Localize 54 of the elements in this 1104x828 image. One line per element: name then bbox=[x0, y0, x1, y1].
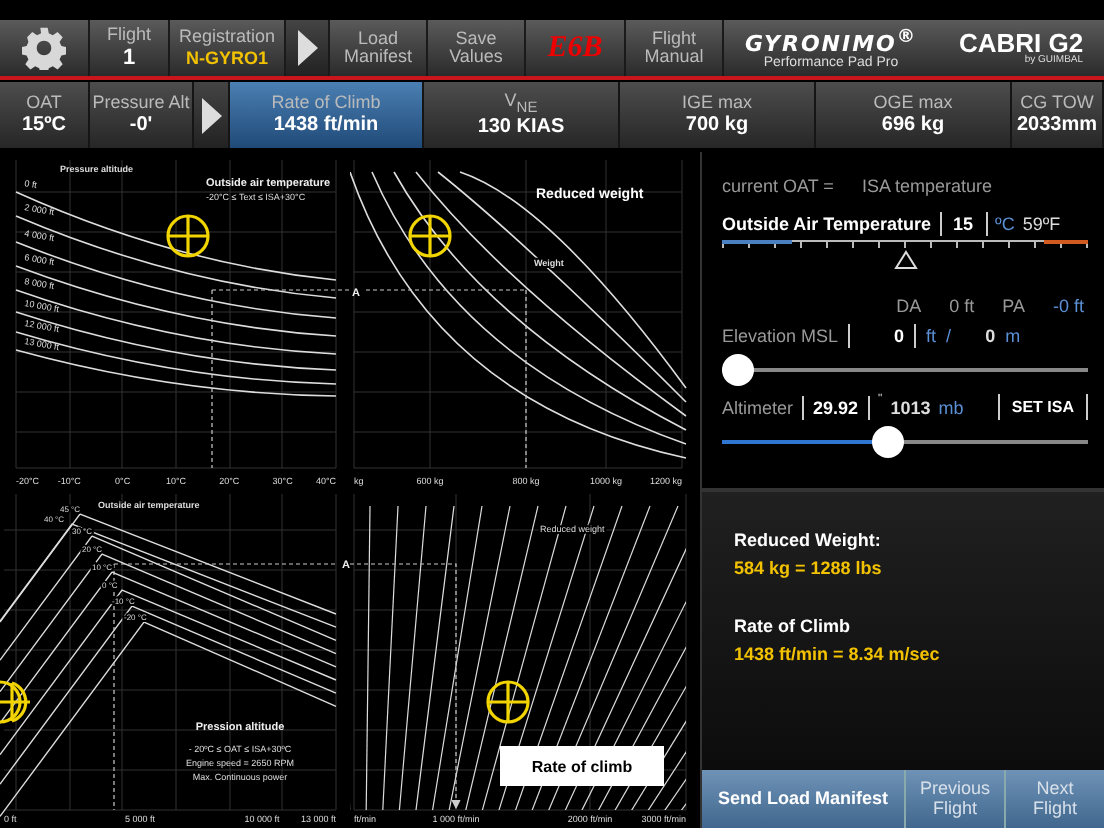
unit-label: ft bbox=[926, 326, 937, 346]
set-isa-button[interactable]: SET ISA bbox=[997, 394, 1088, 420]
registration-label: Registration bbox=[178, 28, 276, 46]
flight-label: Flight bbox=[106, 26, 151, 44]
da-label: DA bbox=[896, 296, 922, 316]
crosshair-icon bbox=[166, 214, 210, 258]
oat-label: Outside Air Temperature bbox=[722, 214, 932, 234]
result-value: 1438 ft/min = 8.34 m/sec bbox=[734, 644, 942, 664]
brand-logo: GYRONIMO$^{®}$ bbox=[744, 25, 918, 57]
play-arrow-icon bbox=[295, 28, 319, 68]
fahrenheit-value: 59ºF bbox=[1022, 214, 1061, 234]
readout-tab[interactable]: OAT 15ºC bbox=[0, 82, 90, 148]
flight-number: 1 bbox=[122, 48, 136, 70]
meters-value: 0 bbox=[985, 326, 996, 346]
altimeter-slider[interactable] bbox=[722, 426, 1088, 458]
altimeter-field[interactable]: 29.92 bbox=[801, 395, 871, 419]
millibar-value: 1013 bbox=[890, 397, 931, 417]
footer-button[interactable]: Next Flight bbox=[1004, 770, 1104, 828]
oat-field[interactable]: 15 bbox=[939, 212, 988, 236]
elevation-slider[interactable] bbox=[722, 354, 1088, 386]
pa-value: -0 ft bbox=[1052, 296, 1084, 316]
next-button[interactable] bbox=[286, 20, 330, 76]
readout-tab[interactable]: OGE max 696 kg bbox=[816, 82, 1012, 148]
unit-label: m bbox=[1005, 326, 1021, 346]
pa-label: PA bbox=[1002, 296, 1025, 316]
result-value: 584 kg = 1288 lbs bbox=[734, 558, 884, 578]
result-label: Rate of climb bbox=[500, 746, 664, 786]
elevation-label: Elevation MSL bbox=[722, 326, 839, 346]
registration-value: N-GYRO1 bbox=[185, 50, 268, 68]
elevation-field[interactable]: 0 bbox=[848, 324, 917, 348]
play-arrow-icon bbox=[199, 95, 223, 135]
slider-thumb[interactable] bbox=[722, 354, 754, 386]
readout-tab[interactable]: V$_{NE}$ 130 KIAS bbox=[424, 82, 620, 148]
da-value: 0 ft bbox=[949, 296, 975, 316]
crosshair-icon bbox=[486, 680, 530, 724]
readout-tab[interactable]: Rate of Climb 1438 ft/min bbox=[230, 82, 424, 148]
altimeter-label: Altimeter bbox=[722, 397, 794, 417]
crosshair-icon bbox=[0, 680, 32, 724]
settings-icon bbox=[22, 26, 66, 70]
separator: / bbox=[946, 326, 952, 346]
readout-tab[interactable]: IGE max 700 kg bbox=[620, 82, 816, 148]
slider-thumb[interactable] bbox=[872, 426, 905, 458]
crosshair-icon bbox=[408, 214, 452, 258]
footer-button[interactable]: Previous Flight bbox=[904, 770, 1004, 828]
result-label: Reduced Weight: bbox=[734, 530, 883, 550]
next-button[interactable] bbox=[194, 82, 230, 148]
oat-prefix: current OAT = bbox=[722, 176, 834, 196]
readout-tab[interactable]: CG TOW 2033mm bbox=[1012, 82, 1104, 148]
oat-mode: ISA temperature bbox=[861, 176, 992, 196]
model-logo: CABRI G2 bbox=[958, 30, 1084, 56]
footer-button[interactable]: Send Load Manifest bbox=[702, 770, 904, 828]
unit-label: ºC bbox=[995, 214, 1015, 234]
result-label: Rate of Climb bbox=[734, 616, 853, 636]
unit-label: mb bbox=[938, 397, 964, 417]
